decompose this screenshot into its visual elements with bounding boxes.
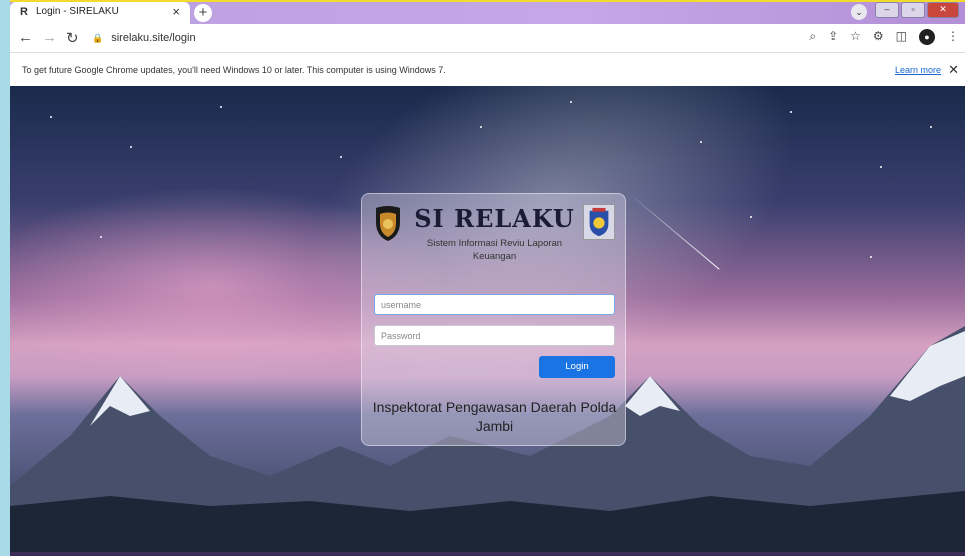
star bbox=[340, 156, 342, 158]
browser-tab-bar: R Login - SIRELAKU × + ⌄ – ▫ ✕ bbox=[10, 0, 965, 24]
star bbox=[870, 256, 872, 258]
app-subtitle: Sistem Informasi Reviu Laporan Keuangan bbox=[426, 238, 563, 262]
infobar-message: To get future Google Chrome updates, you… bbox=[22, 65, 446, 75]
tab-close-icon[interactable]: × bbox=[172, 4, 180, 19]
close-window-button[interactable]: ✕ bbox=[927, 2, 959, 18]
update-infobar: To get future Google Chrome updates, you… bbox=[10, 53, 965, 87]
minimize-button[interactable]: – bbox=[875, 2, 899, 18]
browser-toolbar: ← → ↻ 🔒 sirelaku.site/login ⌕ ⇪ ☆ ⚙ ◫ ● ⋮ bbox=[10, 24, 965, 53]
inspectorate-emblem-icon bbox=[583, 204, 615, 240]
password-input[interactable]: Password bbox=[374, 325, 615, 346]
maximize-button[interactable]: ▫ bbox=[901, 2, 925, 18]
star bbox=[480, 126, 482, 128]
side-panel-icon[interactable]: ◫ bbox=[896, 29, 907, 45]
tab-login[interactable]: R Login - SIRELAKU × bbox=[10, 2, 190, 24]
login-card: SI RELAKU Sistem Informasi Reviu Laporan… bbox=[361, 193, 626, 446]
taskbar-edge bbox=[10, 552, 965, 556]
star bbox=[790, 111, 792, 113]
lock-icon: 🔒 bbox=[92, 33, 104, 43]
star bbox=[50, 116, 52, 118]
toolbar-icons: ⌕ ⇪ ☆ ⚙ ◫ ● ⋮ bbox=[809, 29, 959, 45]
site-favicon-icon: R bbox=[20, 6, 28, 18]
address-bar[interactable]: 🔒 sirelaku.site/login bbox=[92, 28, 792, 48]
star bbox=[880, 166, 882, 168]
star bbox=[930, 126, 932, 128]
back-arrow-icon[interactable]: ← bbox=[18, 29, 33, 46]
star bbox=[100, 236, 102, 238]
new-tab-button[interactable]: + bbox=[194, 4, 212, 22]
username-input[interactable]: username bbox=[374, 294, 615, 315]
forward-arrow-icon[interactable]: → bbox=[42, 29, 57, 46]
infobar-close-icon[interactable]: ✕ bbox=[948, 62, 959, 78]
login-button[interactable]: Login bbox=[539, 356, 615, 378]
window-controls: ⌄ – ▫ ✕ bbox=[851, 2, 959, 20]
left-strip bbox=[0, 0, 10, 556]
star bbox=[700, 141, 702, 143]
share-icon[interactable]: ⇪ bbox=[828, 29, 838, 45]
learn-more-link[interactable]: Learn more bbox=[895, 65, 941, 75]
tab-title: Login - SIRELAKU bbox=[36, 6, 119, 17]
menu-kebab-icon[interactable]: ⋮ bbox=[947, 29, 959, 45]
organization-name: Inspektorat Pengawasan Daerah Polda Jamb… bbox=[372, 399, 617, 434]
bookmark-star-icon[interactable]: ☆ bbox=[850, 29, 861, 45]
zoom-icon[interactable]: ⌕ bbox=[809, 29, 816, 45]
tab-search-icon[interactable]: ⌄ bbox=[851, 4, 867, 20]
extensions-icon[interactable]: ⚙ bbox=[873, 29, 884, 45]
star bbox=[750, 216, 752, 218]
profile-avatar-icon[interactable]: ● bbox=[919, 29, 935, 45]
star bbox=[130, 146, 132, 148]
star bbox=[220, 106, 222, 108]
url-text: sirelaku.site/login bbox=[111, 32, 196, 44]
reload-icon[interactable]: ↻ bbox=[66, 29, 79, 47]
star bbox=[570, 101, 572, 103]
